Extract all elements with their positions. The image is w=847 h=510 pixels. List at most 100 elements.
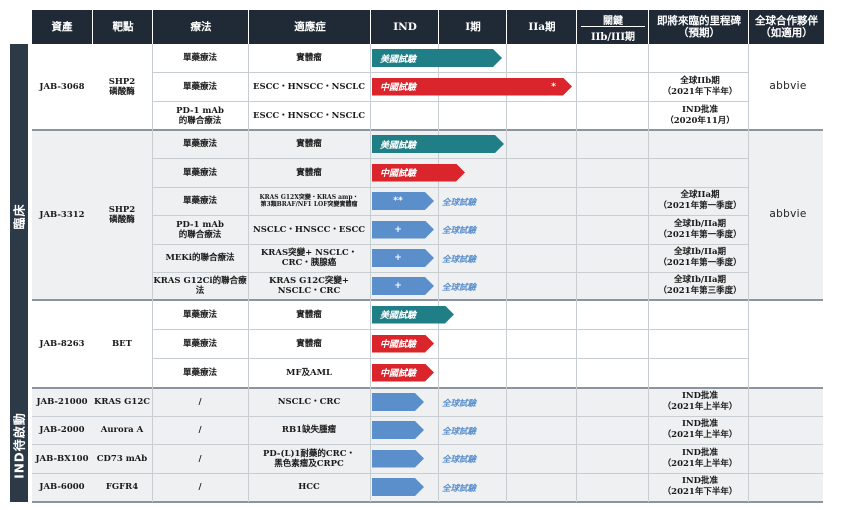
row-indication: 實體瘤 — [296, 139, 322, 149]
progress-bar — [372, 393, 424, 411]
bar-label: 美國試驗 — [380, 311, 417, 321]
milestone-text: 全球IIa期 （2021年第一季度） — [658, 190, 742, 211]
header-phase2a: IIa期 — [506, 10, 577, 44]
header-indication: 適應症 — [248, 10, 371, 44]
milestone-text: IND批准 （2021年上半年） — [662, 447, 738, 469]
group-divider — [32, 501, 823, 503]
header-pivotal-label: 關鍵 — [603, 16, 623, 27]
row-therapy: / — [198, 453, 202, 464]
global-trial-label: 全球試驗 — [442, 282, 477, 293]
milestone-text: 全球Ib/IIa期 （2021年第一季度） — [658, 247, 742, 268]
global-trial-label: 全球試驗 — [442, 455, 477, 465]
progress-bar: 中國試驗 — [372, 364, 434, 382]
row-asset: JAB-2000 — [39, 425, 85, 435]
bar-mark: + — [394, 253, 402, 263]
global-trial-label: 全球試驗 — [442, 197, 477, 208]
abbvie-logo: abbvie — [769, 80, 807, 92]
milestone-text: IND批准 （2021年上半年） — [662, 391, 738, 412]
bar-label: 中國試驗 — [380, 340, 417, 350]
row-indication: KRAS G12C突變+ NSCLC・CRC — [268, 276, 350, 296]
col-divider — [438, 44, 439, 502]
row-therapy: 單藥療法 — [182, 196, 217, 206]
milestone-text: 全球IIb期 （2021年下半年） — [662, 75, 738, 97]
row-therapy: MEKi的聯合療法 — [165, 253, 235, 263]
col-divider — [576, 44, 577, 502]
bar-label: 中國試驗 — [380, 369, 417, 379]
progress-bar: 美國試驗 — [372, 49, 502, 67]
bar-mark: ** — [393, 196, 403, 206]
global-trial-label: 全球試驗 — [442, 226, 477, 236]
row-indication: PD-(L)1耐藥的CRC・ 黑色素瘤及CRPC — [263, 448, 355, 469]
row-indication: NSCLC・CRC — [277, 397, 341, 407]
bar-label: 中國試驗 — [380, 169, 417, 179]
row-therapy: / — [198, 482, 202, 492]
bar-label: 美國試驗 — [380, 140, 417, 151]
header-milestone: 即將來臨的里程碑 （預期） — [648, 10, 749, 44]
row-therapy: 單藥療法 — [182, 139, 217, 149]
header-pivotal-sub: IIb/III期 — [590, 32, 636, 43]
row-therapy: 單藥療法 — [182, 53, 217, 63]
row-asset: JAB-21000 — [36, 397, 88, 407]
col-divider — [648, 44, 649, 502]
header-ind: IND — [370, 10, 439, 44]
bar-label: 美國試驗 — [380, 54, 417, 65]
progress-bar: 中國試驗 — [372, 335, 434, 353]
progress-bar: 中國試驗 * — [372, 78, 572, 96]
row-therapy: / — [198, 425, 202, 435]
row-indication: 實體瘤 — [296, 309, 322, 320]
row-indication: KRAS突變+ NSCLC・ CRC・胰腺癌 — [260, 248, 358, 268]
section-clinical-label: 臨床 — [10, 44, 28, 388]
asset-name: JAB-3312 — [39, 210, 85, 220]
col-divider — [748, 44, 749, 502]
asset-target: BET — [112, 339, 132, 349]
progress-bar: 美國試驗 — [372, 135, 504, 153]
row-therapy: 單藥療法 — [182, 167, 217, 178]
milestone-text: 全球Ib/IIa期 （2021年第三季度） — [658, 275, 742, 296]
row-therapy: PD-1 mAb 的聯合療法 — [176, 219, 224, 240]
row-indication: MF及AML — [286, 367, 332, 378]
row-target: KRAS G12C — [94, 397, 150, 407]
asset-name: JAB-8263 — [39, 339, 85, 349]
progress-bar: 中國試驗 — [372, 164, 465, 182]
row-therapy: / — [198, 397, 202, 407]
header-partner: 全球合作夥伴 （如適用） — [748, 10, 824, 44]
progress-bar: + — [372, 249, 434, 267]
col-divider — [370, 44, 371, 502]
header-pivotal: 關鍵 IIb/III期 — [576, 10, 649, 44]
asset-name: JAB-3068 — [39, 82, 85, 92]
milestone-text: IND批准 （2021年上半年） — [662, 419, 738, 440]
row-indication: 實體瘤 — [296, 167, 322, 178]
section-ind-label: IND待啟動 — [10, 388, 28, 502]
row-therapy: 單藥療法 — [182, 338, 217, 349]
header-pivotal-divider — [581, 26, 645, 27]
global-trial-label: 全球試驗 — [442, 426, 477, 437]
milestone-text: 全球Ib/IIa期 （2021年第一季度） — [658, 218, 742, 240]
abbvie-logo: abbvie — [769, 208, 807, 220]
progress-bar — [372, 450, 424, 468]
global-trial-label: 全球試驗 — [442, 398, 477, 409]
progress-bar: + — [372, 221, 434, 239]
row-target: Aurora A — [100, 425, 144, 435]
bar-mark: + — [394, 281, 402, 291]
bar-mark: * — [551, 81, 556, 92]
row-indication: RB1缺失腫瘤 — [281, 425, 337, 435]
milestone-text: IND批准 （2020年11月） — [665, 104, 735, 126]
global-trial-label: 全球試驗 — [442, 483, 477, 494]
section-ind-text: IND待啟動 — [12, 411, 27, 479]
row-therapy: PD-1 mAb 的聯合療法 — [176, 105, 224, 126]
row-target: CD73 mAb — [96, 453, 148, 464]
header-phase1: I期 — [438, 10, 507, 44]
header-asset: 資產 — [32, 10, 92, 44]
col-divider — [506, 44, 507, 502]
row-indication: 實體瘤 — [296, 338, 322, 349]
row-therapy: 單藥療法 — [182, 81, 217, 92]
row-indication: KRAS G12X突變・KRAS amp・ 第3類BRAF/NF1 LOF突變實… — [259, 194, 359, 208]
row-asset: JAB-6000 — [39, 482, 85, 492]
progress-bar: + — [372, 277, 434, 295]
row-therapy: 單藥療法 — [182, 309, 217, 320]
row-therapy: KRAS G12Ci的聯合療法 — [153, 276, 247, 296]
row-asset: JAB-BX100 — [35, 453, 89, 464]
row-indication: ESCC・HNSCC・NSCLC — [252, 110, 366, 121]
section-clinical-text: 臨床 — [12, 202, 27, 230]
bar-mark: + — [394, 224, 402, 235]
